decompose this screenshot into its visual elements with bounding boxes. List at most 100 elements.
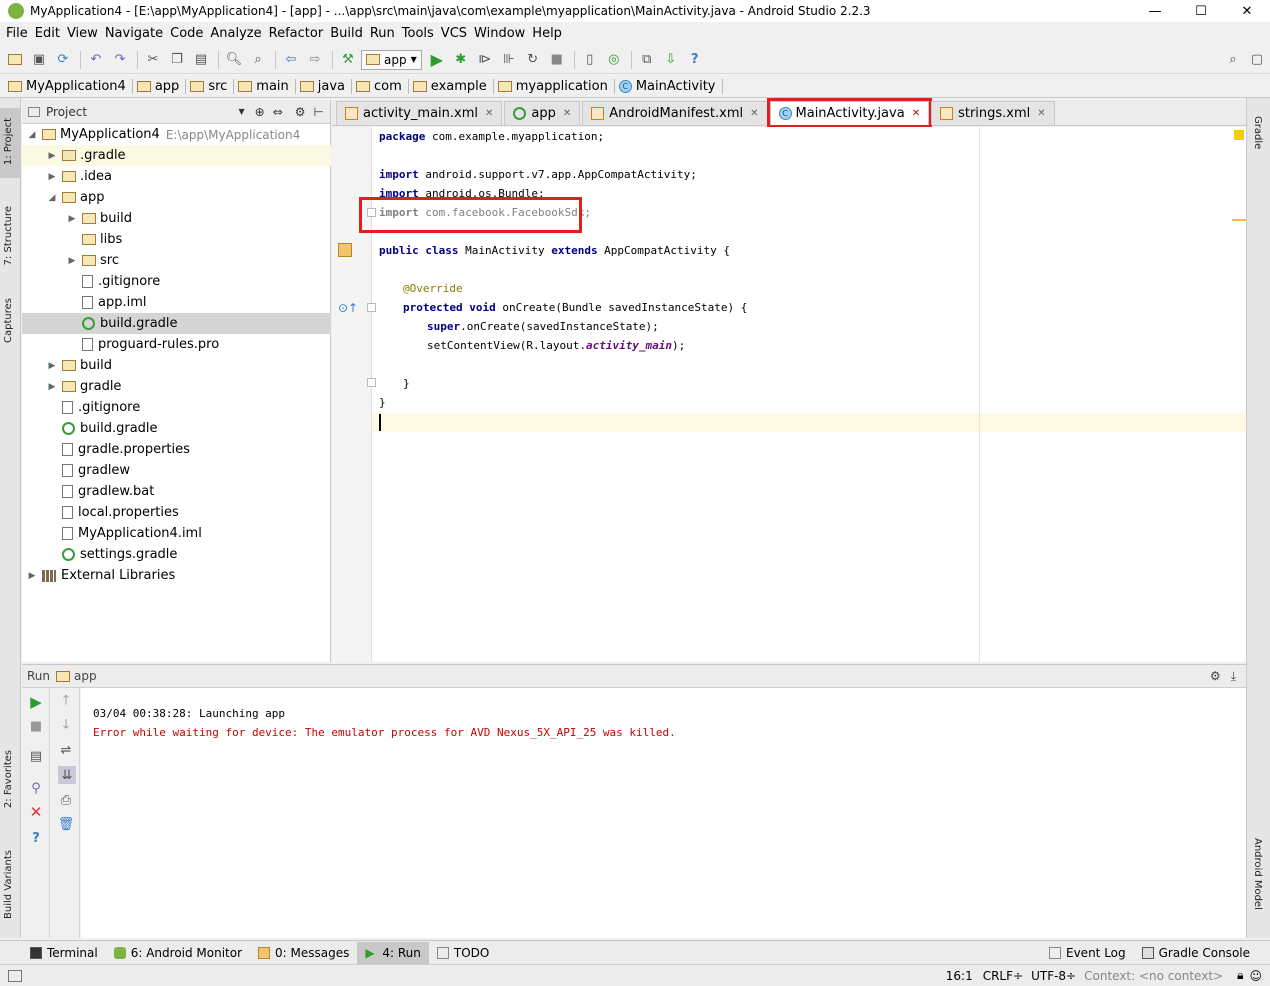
run-icon[interactable]: ▶ [426, 49, 448, 71]
open-folder-icon[interactable] [4, 49, 26, 71]
fold-marker-icon[interactable] [367, 378, 376, 387]
tree-item[interactable]: .gitignore [22, 397, 331, 418]
tool-messages[interactable]: 0: Messages [250, 942, 357, 964]
override-gutter-icon[interactable]: ⊙↑ [338, 301, 358, 315]
dropdown-icon[interactable]: ▼ [239, 107, 245, 116]
breadcrumb-item[interactable]: java [299, 79, 353, 94]
expand-arrow-icon[interactable]: ▶ [66, 214, 78, 224]
tree-item[interactable]: ▶ gradle [22, 376, 331, 397]
breadcrumb-item[interactable]: app [136, 79, 187, 94]
tool-gradle[interactable]: Gradle [1252, 116, 1263, 149]
tool-captures[interactable]: Captures [3, 298, 14, 343]
expand-arrow-icon[interactable]: ▶ [46, 172, 58, 182]
tool-todo[interactable]: TODO [429, 942, 497, 964]
scroll-to-end-icon[interactable]: ⇊ [58, 766, 76, 784]
redo-icon[interactable]: ↷ [109, 49, 131, 71]
close-run-icon[interactable]: ✕ [28, 803, 44, 821]
stop-icon[interactable]: ■ [546, 49, 568, 71]
stop-icon[interactable]: ■ [28, 718, 44, 734]
menu-file[interactable]: File [6, 26, 28, 41]
breadcrumb-item[interactable]: main [238, 79, 296, 94]
run-console[interactable]: 03/04 00:38:28: Launching app Error whil… [81, 688, 1246, 938]
menu-code[interactable]: Code [170, 26, 203, 41]
line-separator[interactable]: CRLF÷ [983, 969, 1023, 983]
tab-activity-main-xml[interactable]: activity_main.xml ✕ [336, 101, 503, 125]
code-editor[interactable]: ⊙↑ package com.example.myapplication; im… [332, 127, 1246, 662]
expand-arrow-icon[interactable]: ▶ [46, 361, 58, 371]
expand-arrow-icon[interactable]: ▶ [26, 571, 38, 581]
inspection-status-icon[interactable] [1234, 130, 1244, 140]
make-project-icon[interactable]: ⚒ [337, 49, 359, 71]
expand-arrow-icon[interactable]: ▶ [46, 382, 58, 392]
copy-icon[interactable]: ❐ [166, 49, 188, 71]
menu-help[interactable]: Help [532, 26, 562, 41]
tab-android-manifest[interactable]: AndroidManifest.xml ✕ [582, 101, 768, 125]
forward-icon[interactable]: ⇨ [304, 49, 326, 71]
tree-item[interactable]: gradle.properties [22, 439, 331, 460]
tree-item[interactable]: gradlew [22, 460, 331, 481]
breadcrumb-item[interactable]: MyApplication4 [8, 79, 133, 94]
tree-item[interactable]: gradlew.bat [22, 481, 331, 502]
tree-item[interactable]: MyApplication4.iml [22, 523, 331, 544]
help-icon[interactable]: ? [28, 830, 44, 846]
tree-item[interactable]: build.gradle [22, 418, 331, 439]
project-view-select[interactable]: Project [46, 105, 87, 119]
avd-manager-icon[interactable]: ▯ [579, 49, 601, 71]
maximize-button[interactable]: ☐ [1178, 0, 1224, 22]
save-icon[interactable]: ▣ [28, 49, 50, 71]
run-configuration-select[interactable]: app ▼ [361, 49, 422, 70]
tab-app-gradle[interactable]: app ✕ [504, 101, 581, 125]
tree-item[interactable]: .gitignore [22, 271, 331, 292]
menu-edit[interactable]: Edit [35, 26, 60, 41]
close-tab-icon[interactable]: ✕ [485, 108, 493, 119]
tool-favorites[interactable]: 2: Favorites [3, 750, 14, 808]
search-everywhere-icon[interactable]: ⌕ [1222, 49, 1244, 71]
cut-icon[interactable]: ✂ [142, 49, 164, 71]
tool-android-model[interactable]: Android Model [1252, 838, 1263, 910]
soft-wrap-icon[interactable]: ⇌ [58, 742, 74, 758]
find-icon[interactable]: 🔍︎ [223, 49, 245, 71]
tree-item[interactable]: ◢ app [22, 187, 331, 208]
gear-icon[interactable]: ⚙ [1210, 669, 1221, 683]
up-arrow-icon[interactable]: 🡑 [58, 693, 74, 710]
menu-view[interactable]: View [67, 26, 98, 41]
hide-panel-icon[interactable]: ⊢ [314, 105, 324, 119]
paste-icon[interactable]: ▤ [190, 49, 212, 71]
tool-gradle-console[interactable]: Gradle Console [1134, 942, 1258, 964]
restore-layout-icon[interactable]: ▤ [28, 748, 44, 764]
breadcrumb-item[interactable]: src [190, 79, 235, 94]
tree-item[interactable]: app.iml [22, 292, 331, 313]
gear-icon[interactable]: ⚙ [295, 105, 306, 119]
tool-project[interactable]: 1: Project [3, 118, 14, 165]
tool-structure[interactable]: 7: Structure [3, 206, 14, 265]
back-icon[interactable]: ⇦ [280, 49, 302, 71]
tool-build-variants[interactable]: Build Variants [3, 850, 14, 919]
profile-icon[interactable]: ⊪ [498, 49, 520, 71]
close-tab-icon[interactable]: ✕ [750, 108, 758, 119]
breadcrumb-item[interactable]: myapplication [497, 79, 615, 94]
hide-panel-icon[interactable]: ⤓ [1231, 669, 1236, 684]
lock-icon[interactable]: 🔒︎ [1237, 968, 1243, 983]
project-structure-icon[interactable]: ⧉ [636, 49, 658, 71]
tab-main-activity-java[interactable]: C MainActivity.java ✕ [766, 98, 933, 128]
file-encoding[interactable]: UTF-8÷ [1031, 969, 1076, 983]
expand-arrow-icon[interactable]: ▶ [66, 256, 78, 266]
warning-stripe[interactable] [1232, 219, 1246, 221]
help-icon[interactable]: ? [684, 49, 706, 71]
tree-item[interactable]: ▶ .idea [22, 166, 331, 187]
class-gutter-icon[interactable] [338, 243, 352, 257]
tool-run[interactable]: ▶ 4: Run [357, 941, 429, 964]
tab-strings-xml[interactable]: strings.xml ✕ [931, 101, 1055, 125]
menu-build[interactable]: Build [330, 26, 363, 41]
breadcrumb-item[interactable]: com [356, 79, 409, 94]
tree-item[interactable]: proguard-rules.pro [22, 334, 331, 355]
gradle-sync-icon[interactable]: ◎ [603, 49, 625, 71]
tree-item[interactable]: ▶ src [22, 250, 331, 271]
menu-vcs[interactable]: VCS [441, 26, 467, 41]
tree-item[interactable]: libs [22, 229, 331, 250]
close-tab-icon[interactable]: ✕ [1037, 108, 1045, 119]
print-icon[interactable]: ⎙ [58, 792, 74, 808]
menu-analyze[interactable]: Analyze [210, 26, 261, 41]
tool-android-monitor[interactable]: 6: Android Monitor [106, 942, 250, 964]
menu-refactor[interactable]: Refactor [269, 26, 324, 41]
